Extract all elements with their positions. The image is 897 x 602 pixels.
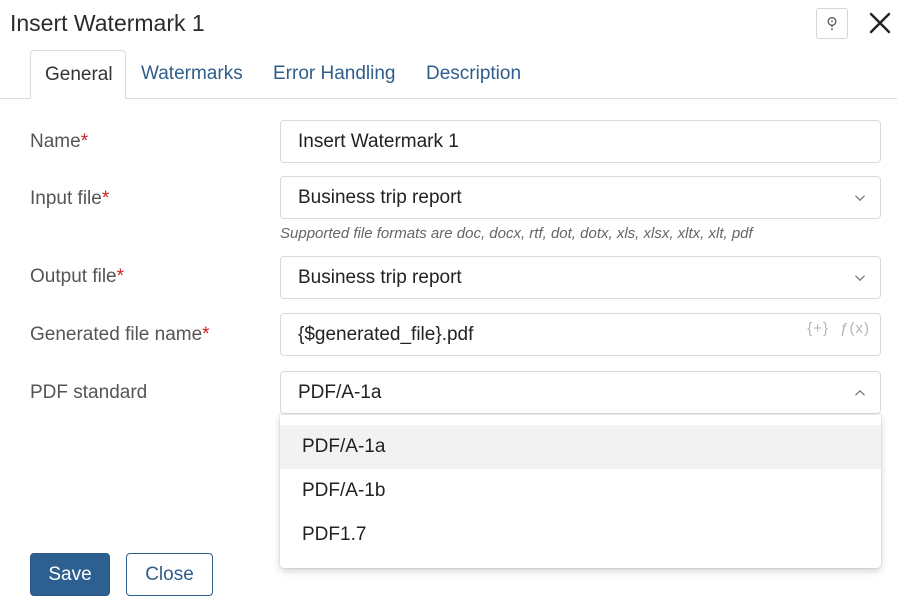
close-button[interactable]: Close — [126, 553, 213, 596]
tab-description[interactable]: Description — [426, 50, 521, 99]
required-mark: * — [101, 188, 110, 209]
chevron-up-icon — [855, 389, 865, 396]
dialog-title: Insert Watermark 1 — [10, 10, 205, 36]
input-file-label: Input file* — [30, 188, 109, 210]
dropdown-option[interactable]: PDF1.7 — [280, 513, 881, 557]
tab-watermarks[interactable]: Watermarks — [141, 50, 243, 99]
tab-label: Error Handling — [273, 63, 396, 84]
pdf-standard-value: PDF/A-1a — [298, 382, 382, 403]
output-file-label-text: Output file — [30, 266, 117, 287]
name-label: Name* — [30, 131, 88, 153]
output-file-value: Business trip report — [298, 267, 462, 288]
pdf-standard-dropdown: PDF/A-1a PDF/A-1b PDF1.7 — [280, 415, 881, 568]
required-mark: * — [202, 324, 210, 345]
function-icon[interactable]: ƒ(x) — [840, 320, 870, 337]
field-tools: {+} ƒ(x) — [801, 320, 870, 337]
dropdown-option[interactable]: PDF/A-1a — [280, 425, 881, 469]
name-value: Insert Watermark 1 — [298, 131, 459, 152]
pdf-standard-label: PDF standard — [30, 382, 147, 404]
help-button[interactable] — [816, 8, 848, 39]
pdf-standard-select[interactable]: PDF/A-1a — [280, 371, 881, 414]
generated-file-name-label: Generated file name* — [30, 324, 210, 346]
generated-file-name-label-text: Generated file name — [30, 324, 203, 345]
save-button[interactable]: Save — [30, 553, 110, 596]
close-icon[interactable] — [868, 11, 892, 35]
input-file-value: Business trip report — [298, 187, 462, 208]
required-mark: * — [116, 266, 125, 287]
tab-bar: General Watermarks Error Handling Descri… — [0, 50, 897, 99]
tab-error-handling[interactable]: Error Handling — [273, 50, 396, 99]
chevron-down-icon — [855, 195, 865, 202]
name-label-text: Name — [30, 131, 81, 152]
tab-general[interactable]: General — [30, 50, 126, 99]
chevron-down-icon — [855, 275, 865, 282]
name-input[interactable]: Insert Watermark 1 — [280, 120, 881, 163]
insert-variable-icon[interactable]: {+} — [807, 320, 829, 337]
required-mark: * — [80, 131, 89, 152]
output-file-label: Output file* — [30, 266, 124, 288]
generated-file-name-input[interactable]: {$generated_file}.pdf {+} ƒ(x) — [280, 313, 881, 356]
output-file-select[interactable]: Business trip report — [280, 256, 881, 299]
dropdown-option[interactable]: PDF/A-1b — [280, 469, 881, 513]
generated-file-name-value: {$generated_file}.pdf — [298, 324, 474, 345]
help-icon — [827, 16, 837, 30]
tab-label: General — [45, 64, 113, 85]
tab-label: Description — [426, 63, 522, 84]
tab-label: Watermarks — [141, 63, 243, 84]
input-file-hint: Supported file formats are doc, docx, rt… — [280, 225, 753, 242]
input-file-label-text: Input file — [30, 188, 102, 209]
input-file-select[interactable]: Business trip report — [280, 176, 881, 219]
pdf-standard-label-text: PDF standard — [30, 382, 148, 403]
